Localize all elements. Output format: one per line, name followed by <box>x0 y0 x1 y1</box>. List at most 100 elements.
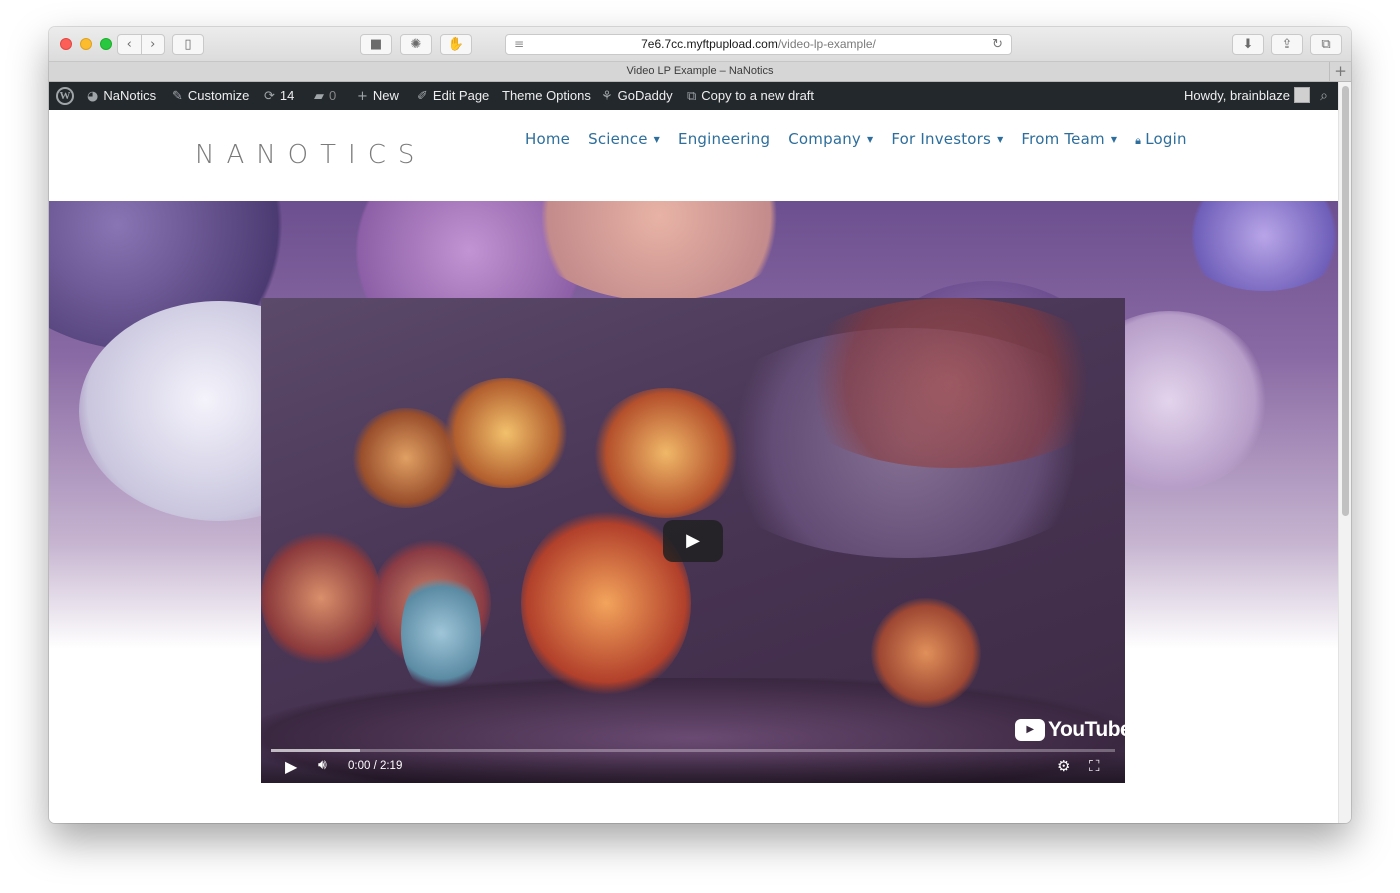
download-icon: ⬇ <box>1242 37 1254 52</box>
share-icon: ⇪ <box>1281 37 1293 52</box>
nav-science-label: Science <box>588 130 648 148</box>
fullscreen-icon[interactable]: ⛶ <box>1089 757 1100 775</box>
comments-count: 0 <box>329 88 337 103</box>
tab-title[interactable]: Video LP Example – NaNotics <box>627 65 774 77</box>
gear-icon[interactable]: ⚙ <box>1057 757 1070 775</box>
video-controls: ▶ 🔊︎ 0:00 / 2:19 ⚙ ⛶ <box>261 752 1125 783</box>
youtube-logo[interactable]: ▶ YouTube <box>1015 718 1125 742</box>
main-nav: Home Science ▼ Engineering Company ▼ For I… <box>525 130 1205 148</box>
chevron-down-icon: ▼ <box>653 135 661 144</box>
site-logo[interactable]: NANOTICS <box>195 140 426 170</box>
page-scrollbar[interactable] <box>1338 82 1351 823</box>
admin-site-name[interactable]: ◕ NaNotics <box>87 82 156 110</box>
search-icon[interactable]: ⌕ <box>1320 82 1328 110</box>
share-button[interactable]: ⇪ <box>1271 34 1303 55</box>
wp-admin-bar: W ◕ NaNotics ✎ Customize ⟳ 14 ▰ 0 + New ✐ Edit… <box>49 82 1338 110</box>
extension-button-3[interactable]: ✋ <box>440 34 472 55</box>
video-frame-shape <box>401 568 481 698</box>
godaddy-icon: ⚘ <box>601 89 613 104</box>
edit-page-label: Edit Page <box>432 88 490 103</box>
video-frame-shape <box>781 298 1121 468</box>
site-header: NANOTICS Home Science ▼ Engineering Compa… <box>49 110 1338 201</box>
nav-engineering-label: Engineering <box>678 130 771 148</box>
tab-bar: Video LP Example – NaNotics + <box>49 62 1351 82</box>
nav-login-label: Login <box>1145 130 1187 148</box>
nav-login[interactable]: 🔒︎ Login <box>1135 130 1187 148</box>
scrollbar-thumb[interactable] <box>1342 86 1349 516</box>
video-time: 0:00 / 2:19 <box>348 760 403 772</box>
nav-home-label: Home <box>525 130 571 148</box>
nav-science[interactable]: Science ▼ <box>588 130 660 148</box>
admin-customize[interactable]: ✎ Customize <box>172 82 249 110</box>
wordpress-logo-icon[interactable]: W <box>56 87 74 105</box>
hero-section: ▶ ▶ YouTube ▶ 🔊︎ 0:00 / 2:19 ⚙ ⛶ <box>49 201 1338 823</box>
admin-theme-options[interactable]: Theme Options <box>502 82 591 110</box>
forward-icon[interactable]: › <box>142 37 165 52</box>
admin-edit-page[interactable]: ✐ Edit Page <box>417 82 489 110</box>
nav-engineering[interactable]: Engineering <box>678 130 770 148</box>
brush-icon: ✎ <box>172 89 183 104</box>
url-path: /video-lp-example/ <box>777 37 876 51</box>
large-play-button[interactable]: ▶ <box>663 520 723 562</box>
nav-team[interactable]: From Team ▼ <box>1021 130 1117 148</box>
new-tab-button[interactable]: + <box>1329 62 1351 81</box>
howdy-label: Howdy, brainblaze <box>1184 88 1290 103</box>
lock-icon: 🔒︎ <box>1135 134 1142 147</box>
nav-home[interactable]: Home <box>525 130 570 148</box>
minimize-window-button[interactable] <box>80 38 92 50</box>
sidebar-icon: ▯ <box>184 37 192 52</box>
address-bar[interactable]: ≡ 7e6.7cc.myftpupload.com/video-lp-examp… <box>505 34 1012 55</box>
plus-icon: + <box>357 89 368 104</box>
hero-background-shape <box>1179 201 1338 291</box>
admin-godaddy[interactable]: ⚘ GoDaddy <box>601 82 673 110</box>
close-window-button[interactable] <box>60 38 72 50</box>
play-icon[interactable]: ▶ <box>285 757 297 776</box>
nav-company-label: Company <box>788 130 861 148</box>
downloads-button[interactable]: ⬇ <box>1232 34 1264 55</box>
theme-options-label: Theme Options <box>502 88 591 103</box>
comment-icon: ▰ <box>314 89 324 104</box>
volume-icon[interactable]: 🔊︎ <box>318 757 327 773</box>
chevron-down-icon: ▼ <box>997 135 1004 144</box>
reload-icon[interactable]: ↻ <box>992 35 1003 54</box>
admin-updates[interactable]: ⟳ 14 <box>264 82 294 110</box>
admin-account[interactable]: Howdy, brainblaze <box>1184 82 1310 110</box>
video-frame-shape <box>441 378 571 488</box>
nav-investors-label: For Investors <box>891 130 992 148</box>
video-frame-shape <box>261 528 381 668</box>
square-icon: ■ <box>369 37 383 52</box>
pencil-icon: ✐ <box>417 89 428 104</box>
customize-label: Customize <box>187 88 250 103</box>
nav-company[interactable]: Company ▼ <box>788 130 873 148</box>
zoom-window-button[interactable] <box>100 38 112 50</box>
video-frame-shape <box>591 388 741 518</box>
admin-comments[interactable]: ▰ 0 <box>314 82 336 110</box>
admin-copy-draft[interactable]: ⧉ Copy to a new draft <box>687 82 814 110</box>
video-frame-shape <box>871 598 981 708</box>
url-host: 7e6.7cc.myftpupload.com <box>641 37 778 51</box>
browser-toolbar: ‹ › ▯ ■ ✺ ✋ ≡ 7e6.7cc.myftpupload.com/vi… <box>49 27 1351 62</box>
tabs-icon: ⧉ <box>1321 37 1331 52</box>
play-icon: ▶ <box>686 530 700 551</box>
show-tabs-button[interactable]: ⧉ <box>1310 34 1342 55</box>
reader-icon[interactable]: ≡ <box>514 35 524 54</box>
back-icon[interactable]: ‹ <box>118 37 141 52</box>
youtube-wordmark: YouTube <box>1048 718 1125 741</box>
browser-window: ‹ › ▯ ■ ✺ ✋ ≡ 7e6.7cc.myftpupload.com/vi… <box>49 27 1351 823</box>
sidebar-toggle-button[interactable]: ▯ <box>172 34 204 55</box>
admin-site-label: NaNotics <box>103 88 157 103</box>
godaddy-label: GoDaddy <box>617 88 673 103</box>
dashboard-icon: ◕ <box>87 89 99 104</box>
chevron-down-icon: ▼ <box>1110 135 1118 144</box>
copy-draft-label: Copy to a new draft <box>701 88 815 103</box>
youtube-video-player[interactable]: ▶ ▶ YouTube ▶ 🔊︎ 0:00 / 2:19 ⚙ ⛶ <box>261 298 1125 783</box>
new-label: New <box>372 88 399 103</box>
updates-count: 14 <box>279 88 295 103</box>
extension-button-1[interactable]: ■ <box>360 34 392 55</box>
admin-new[interactable]: + New <box>357 82 399 110</box>
sparkle-icon: ✺ <box>410 37 422 52</box>
nav-investors[interactable]: For Investors ▼ <box>891 130 1003 148</box>
extension-button-2[interactable]: ✺ <box>400 34 432 55</box>
chevron-down-icon: ▼ <box>867 135 874 144</box>
youtube-play-icon: ▶ <box>1015 719 1045 741</box>
